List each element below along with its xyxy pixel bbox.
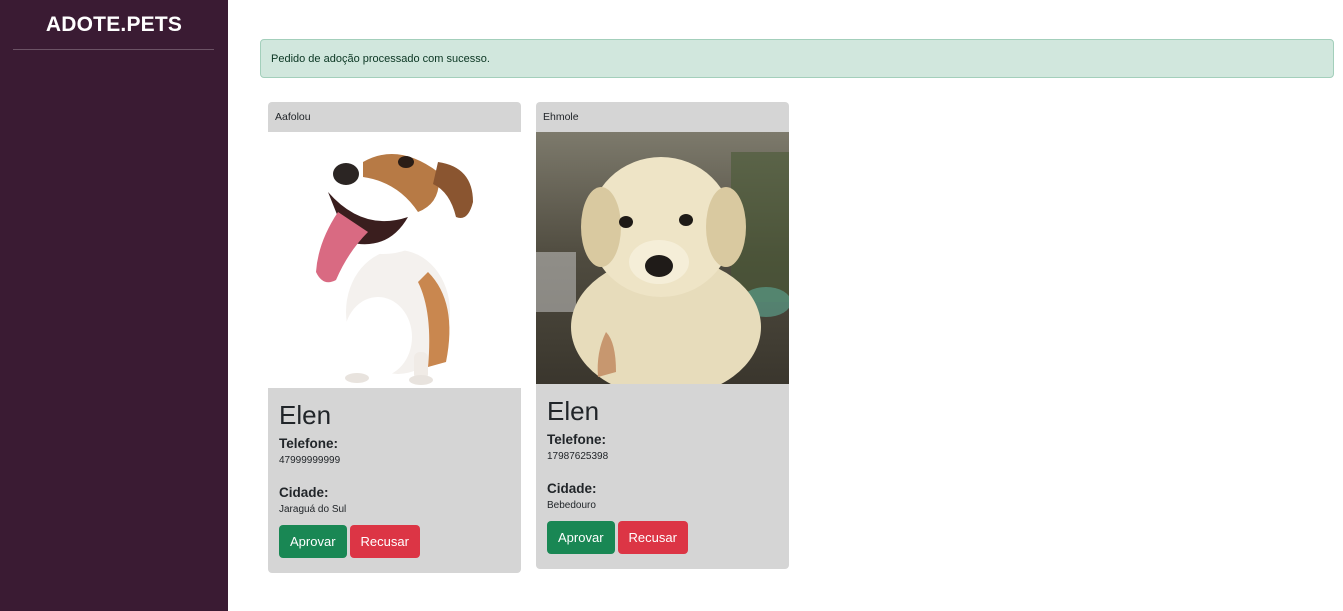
phone-value: 47999999999 (279, 455, 341, 466)
approve-button[interactable]: Aprovar (279, 525, 347, 558)
city-value: Bebedouro (547, 500, 596, 511)
pet-photo (268, 132, 521, 388)
brand-logo[interactable]: ADOTE.PETS (0, 13, 228, 37)
adoption-request-card: Aafolou Elen Telefone: 47999999999 Cidad… (268, 102, 521, 573)
city-value: Jaraguá do Sul (279, 504, 347, 515)
alert-message: Pedido de adoção processado com sucesso. (271, 53, 490, 65)
city-label: Cidade: (547, 481, 597, 496)
adoption-request-card: Ehmole Elen Telefone: 17987625398 Cidade… (536, 102, 789, 569)
dog-photo-illustration (316, 150, 473, 385)
city-label: Cidade: (279, 485, 329, 500)
pet-name: Ehmole (543, 111, 579, 123)
sidebar: ADOTE.PETS (0, 0, 228, 611)
phone-label: Telefone: (279, 436, 339, 451)
sidebar-divider (13, 49, 214, 50)
phone-label: Telefone: (547, 432, 607, 447)
success-alert: Pedido de adoção processado com sucesso. (260, 39, 1334, 78)
requester-name: Elen (279, 400, 332, 430)
phone-value: 17987625398 (547, 451, 609, 462)
puppy-photo-illustration (536, 132, 789, 384)
pet-photo (536, 132, 789, 384)
reject-button[interactable]: Recusar (617, 521, 688, 554)
approve-button[interactable]: Aprovar (547, 521, 615, 554)
reject-button[interactable]: Recusar (349, 525, 420, 558)
pet-name: Aafolou (275, 111, 311, 123)
requester-name: Elen (547, 396, 600, 426)
